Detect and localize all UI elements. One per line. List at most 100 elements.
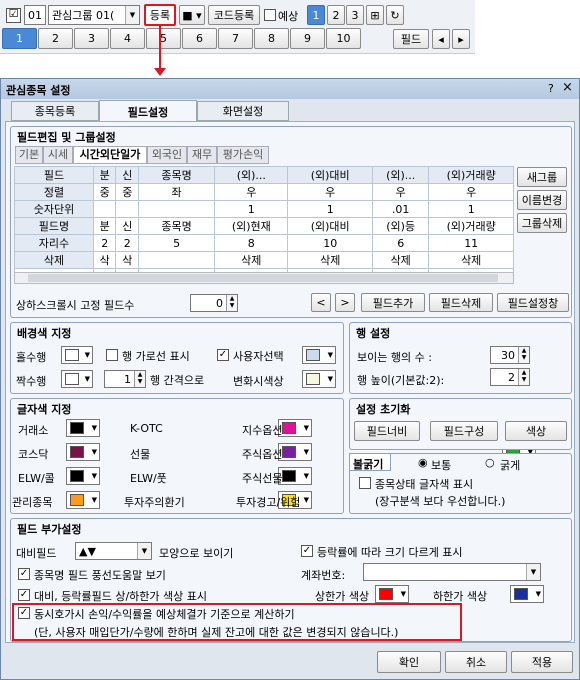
grid-cell[interactable]: (외)대비 [287, 217, 373, 235]
field-settings-window-button[interactable]: 필드설정창 [497, 293, 569, 312]
grid-row[interactable]: 필드명 분 신 종목명 (외)현재 (외)대비 (외)등 (외)거래량 [14, 217, 514, 235]
grid-cell[interactable]: 우 [214, 183, 289, 201]
delete-field-button[interactable]: 필드삭제 [429, 293, 493, 312]
reset-fields-button[interactable]: 필드구성 [430, 421, 498, 441]
grid-cell[interactable]: (외)거래량 [428, 166, 514, 184]
number-tab-9[interactable]: 9 [290, 28, 325, 49]
grid-cell[interactable]: 종목명 [138, 166, 216, 184]
number-tab-7[interactable]: 7 [218, 28, 253, 49]
font-color-swatch[interactable]: ▼ [278, 443, 312, 461]
grid-cell[interactable]: 삭제 [428, 251, 514, 269]
grid-cell[interactable]: 필드 [14, 166, 94, 184]
grid-cell[interactable]: 5 [138, 234, 216, 252]
grid-cell[interactable]: 분 [92, 166, 117, 184]
number-tab-3[interactable]: 3 [74, 28, 109, 49]
bold-radio-icon[interactable]: ○ [485, 456, 495, 469]
grid-cell[interactable]: 1 [428, 200, 514, 218]
grid-cell[interactable]: 삭 [92, 251, 117, 269]
grid-cell[interactable]: 2 [92, 234, 117, 252]
grid-cell[interactable]: 중 [92, 183, 117, 201]
grid-cell[interactable]: 중 [115, 183, 140, 201]
grid-cell[interactable]: 우 [371, 183, 430, 201]
grid-cell[interactable] [115, 200, 140, 218]
grid-cell[interactable]: 8 [214, 234, 289, 252]
prev-arrow-icon[interactable]: ◂ [432, 29, 450, 49]
grid-row[interactable]: 필드 분 신 종목명 (외)... (외)대비 (외)... (외)거래량 [14, 166, 514, 184]
grid-cell[interactable]: 삭제 [371, 251, 430, 269]
account-select[interactable]: ▼ [363, 563, 541, 581]
font-color-swatch[interactable]: ▼ [66, 443, 100, 461]
fixed-fields-spinner[interactable]: 0 ▲ ▼ [190, 294, 238, 312]
move-left-button[interactable]: < [311, 293, 331, 312]
user-select-color[interactable]: ▼ [302, 346, 336, 364]
forecast-checkbox[interactable] [264, 9, 276, 21]
refresh-icon[interactable]: ↻ [386, 5, 404, 25]
grid-cell[interactable]: 필드명 [14, 217, 94, 235]
grid-cell[interactable]: (외)... [214, 166, 289, 184]
change-color[interactable]: ▼ [302, 370, 336, 388]
grid-cell[interactable] [138, 251, 216, 269]
grid-cell[interactable]: 종목명 [138, 217, 216, 235]
grid-cell[interactable]: 삭제 [287, 251, 373, 269]
number-tab-2[interactable]: 2 [38, 28, 73, 49]
group-select[interactable]: 관심그룹 01(▼ [48, 5, 140, 25]
rename-button[interactable]: 이름변경 [517, 190, 567, 210]
add-field-button[interactable]: 필드추가 [361, 293, 425, 312]
grid-cell[interactable]: 1 [214, 200, 289, 218]
cancel-button[interactable]: 취소 [445, 651, 507, 673]
number-tab-4[interactable]: 4 [110, 28, 145, 49]
reset-color-button[interactable]: 색상 [505, 421, 567, 441]
grid-cell[interactable]: 신 [115, 217, 140, 235]
grid-row[interactable]: 자리수 2 2 5 8 10 6 11 [14, 234, 514, 252]
close-icon[interactable]: × [562, 80, 573, 95]
grid-cell[interactable]: 신 [115, 166, 140, 184]
font-color-swatch[interactable]: ▼ [66, 467, 100, 485]
number-tab-5[interactable]: 5 [146, 28, 181, 49]
grid-cell[interactable]: 우 [287, 183, 373, 201]
apply-button[interactable]: 적용 [511, 651, 573, 673]
grid-cell[interactable]: 1 [287, 200, 373, 218]
grid-cell[interactable]: 6 [371, 234, 430, 252]
number-tab-6[interactable]: 6 [182, 28, 217, 49]
square-button[interactable]: ■ ▾ [179, 5, 205, 25]
grid-cell[interactable]: 삭제 [14, 251, 94, 269]
register-button[interactable]: 등록 [144, 4, 176, 26]
number-tab-8[interactable]: 8 [254, 28, 289, 49]
grid-cell[interactable] [92, 200, 117, 218]
limit-color-checkbox[interactable]: ✓ [18, 589, 30, 601]
ok-button[interactable]: 확인 [377, 651, 441, 673]
toolbar-num[interactable]: 01 [24, 5, 46, 25]
grid-cell[interactable]: (외)거래량 [428, 217, 514, 235]
page-button-2[interactable]: 2 [327, 5, 345, 25]
tab-screen-settings[interactable]: 화면설정 [197, 101, 289, 121]
even-row-color[interactable]: ▼ [61, 370, 93, 388]
normal-radio-icon[interactable]: ◉ [418, 456, 428, 469]
number-tab-10[interactable]: 10 [326, 28, 361, 49]
grid-cell[interactable]: (외)등 [371, 217, 430, 235]
new-group-button[interactable]: 새그룹 [517, 167, 567, 187]
grid-cell[interactable]: 숫자단위 [14, 200, 94, 218]
grid-cell[interactable]: (외)현재 [214, 217, 289, 235]
row-height-spinner[interactable]: 2 ▲ ▼ [490, 368, 530, 386]
page-button-3[interactable]: 3 [346, 5, 364, 25]
subtab-0[interactable]: 기본 [15, 146, 43, 164]
move-right-button[interactable]: > [335, 293, 355, 312]
subtab-2[interactable]: 시간외단일가 [73, 146, 147, 164]
font-color-swatch[interactable]: ▼ [66, 419, 100, 437]
toolbar-checkbox[interactable]: ☑ [6, 8, 21, 23]
font-color-swatch[interactable]: ▼ [278, 467, 312, 485]
name-tooltip-checkbox[interactable]: ✓ [18, 568, 30, 580]
font-color-swatch[interactable]: ▼ [66, 491, 100, 509]
subtab-4[interactable]: 재무 [187, 146, 217, 164]
grid-cell[interactable]: 분 [92, 217, 117, 235]
page-button-1[interactable]: 1 [307, 5, 325, 25]
grid-cell[interactable]: 정렬 [14, 183, 94, 201]
grid-cell[interactable]: (외)대비 [287, 166, 373, 184]
grid-cell[interactable]: 삭 [115, 251, 140, 269]
tab-stock-register[interactable]: 종목등록 [11, 101, 99, 121]
grid-cell[interactable]: .01 [371, 200, 430, 218]
grid-cell[interactable]: 우 [428, 183, 514, 201]
help-icon[interactable]: ? [548, 82, 554, 95]
subtab-3[interactable]: 외국인 [147, 146, 187, 164]
odd-row-color[interactable]: ▼ [61, 346, 93, 364]
